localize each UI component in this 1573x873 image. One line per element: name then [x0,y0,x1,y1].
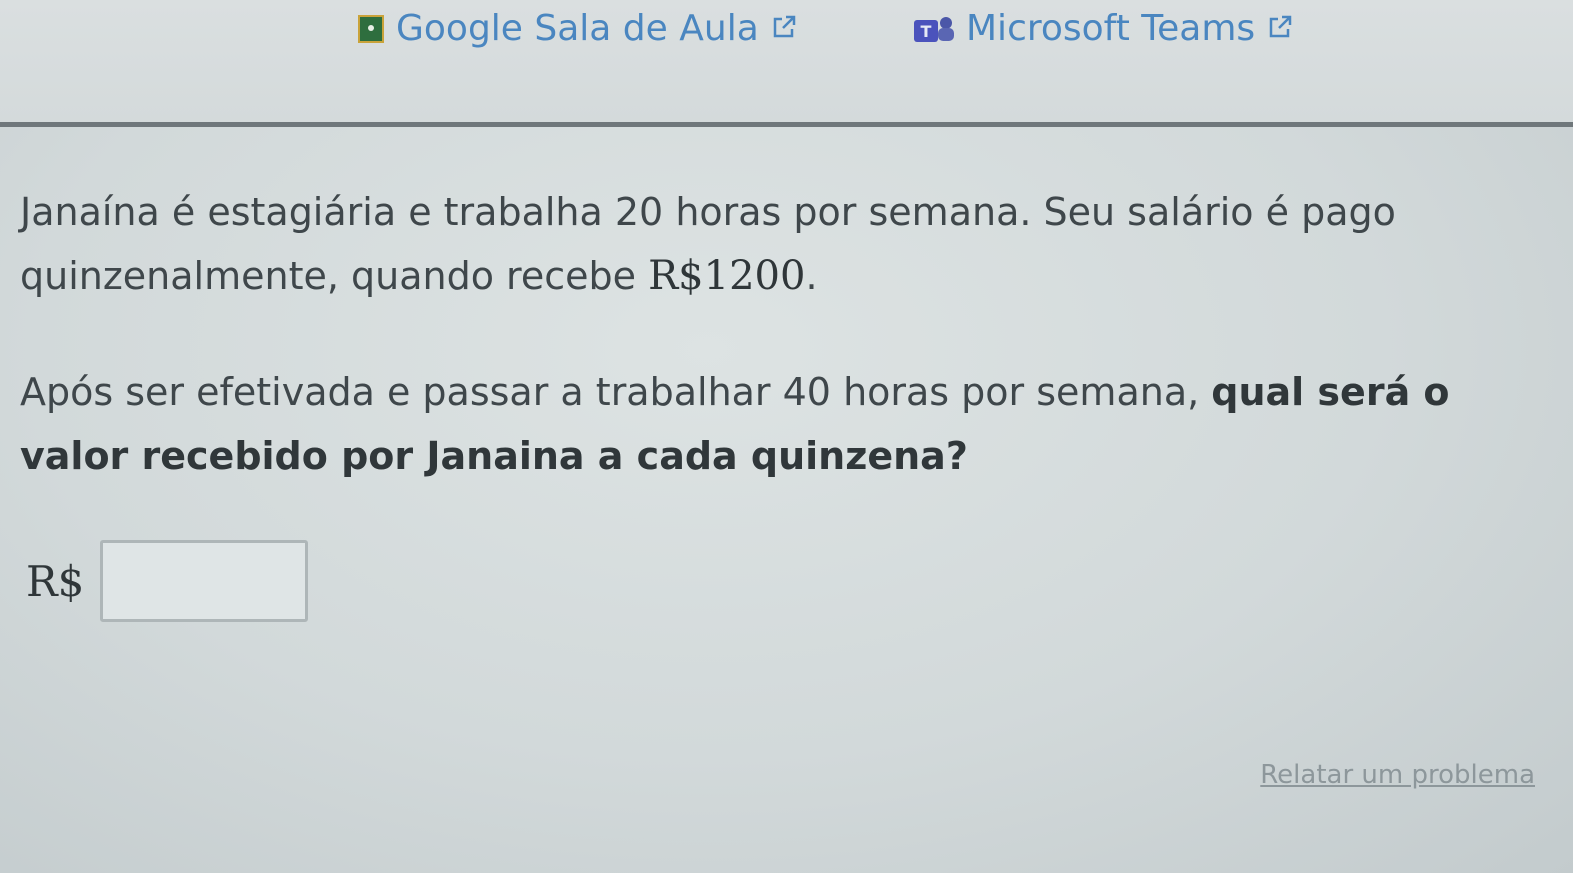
microsoft-teams-label: Microsoft Teams [966,8,1256,49]
currency-label: R$ [26,556,85,606]
share-bar: Google Sala de Aula T Microsoft Teams [0,0,1573,124]
svg-text:T: T [921,22,932,41]
salary-amount: R$1200 [648,253,806,299]
question-period: . [805,254,818,298]
answer-row: R$ [26,540,309,622]
header-divider [0,122,1573,127]
google-classroom-label: Google Sala de Aula [396,8,759,49]
question-paragraph-2: Após ser efetivada e passar a trabalhar … [20,360,1520,488]
microsoft-teams-link[interactable]: T Microsoft Teams [912,8,1293,49]
question-text: Após ser efetivada e passar a trabalhar … [20,370,1212,414]
google-classroom-icon [358,14,384,43]
external-link-icon [1267,8,1293,49]
microsoft-teams-icon: T [912,14,956,44]
answer-input[interactable] [100,540,309,622]
external-link-icon [771,8,797,49]
google-classroom-link[interactable]: Google Sala de Aula [358,8,797,49]
report-problem-link[interactable]: Relatar um problema [1260,760,1535,790]
question-paragraph-1: Janaína é estagiária e trabalha 20 horas… [20,180,1520,308]
